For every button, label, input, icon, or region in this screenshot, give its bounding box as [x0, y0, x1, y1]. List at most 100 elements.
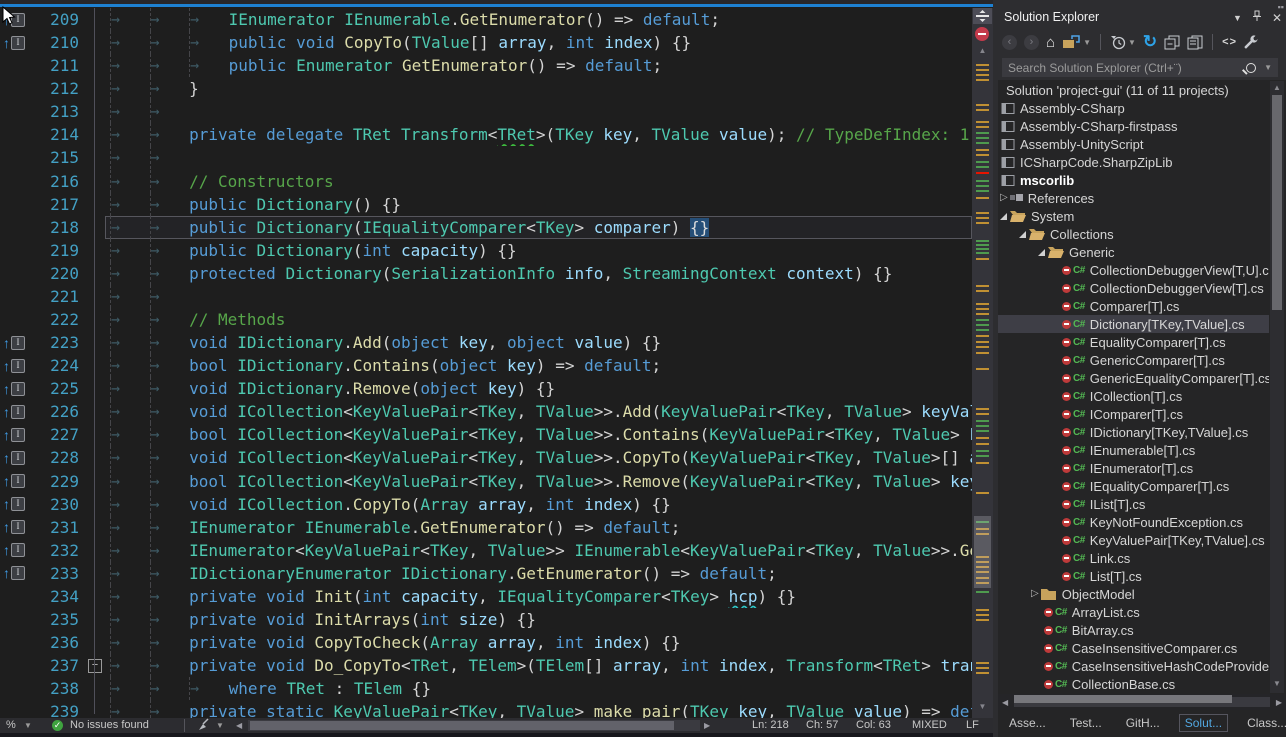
line-number[interactable]: 221	[33, 285, 83, 308]
inheritance-margin[interactable]	[0, 123, 33, 146]
code-line[interactable]: ↑I227→→bool ICollection<KeyValuePair<TKe…	[0, 423, 972, 446]
line-number[interactable]: 226	[33, 400, 83, 423]
code-line[interactable]: ↑I233 →→IDictionaryEnumerator IDictionary…	[0, 562, 972, 585]
tree-item[interactable]: C#IEqualityComparer[T].cs	[998, 477, 1269, 495]
tree-item[interactable]: C#Comparer[T].cs	[998, 297, 1269, 315]
line-number[interactable]: 224	[33, 354, 83, 377]
tree-item[interactable]: Assembly-CSharp-firstpass	[998, 117, 1269, 135]
line-number[interactable]: 229	[33, 470, 83, 493]
inheritance-margin[interactable]	[0, 54, 33, 77]
tree-item[interactable]: C#KeyNotFoundException.cs	[998, 513, 1269, 531]
code-line[interactable]: 239→→private static KeyValuePair<TKey, T…	[0, 700, 972, 718]
status-col[interactable]: Col: 63	[856, 719, 891, 731]
tree-item[interactable]: C#CaseInsensitiveComparer.cs	[998, 639, 1269, 657]
tree-item[interactable]: C#IList[T].cs	[998, 495, 1269, 513]
inheritance-margin[interactable]: ↑I	[0, 562, 33, 585]
tree-item[interactable]: ▷References	[998, 189, 1269, 207]
line-number[interactable]: 216	[33, 170, 83, 193]
code-line[interactable]: 220→→protected Dictionary(SerializationI…	[0, 262, 972, 285]
code-line[interactable]: ↑I228→→void ICollection<KeyValuePair<TKe…	[0, 446, 972, 469]
code-line[interactable]: 211→→→public Enumerator GetEnumerator() …	[0, 54, 972, 77]
code-line[interactable]: 218→→public Dictionary(IEqualityComparer…	[0, 216, 972, 239]
tree-item[interactable]: Assembly-UnityScript	[998, 135, 1269, 153]
line-number[interactable]: 215	[33, 146, 83, 169]
tree-vertical-scrollbar[interactable]: ▲ ▼	[1270, 81, 1284, 693]
code-line[interactable]: 213→→	[0, 100, 972, 123]
tree-item[interactable]: C#CaseInsensitiveHashCodeProvider.cs	[998, 657, 1269, 675]
line-number[interactable]: 210	[33, 31, 83, 54]
code-line[interactable]: 222→→// Methods	[0, 308, 972, 331]
line-number[interactable]: 236	[33, 631, 83, 654]
inheritance-margin[interactable]	[0, 585, 33, 608]
code-line[interactable]: 219→→public Dictionary(int capacity) {}	[0, 239, 972, 262]
line-number[interactable]: 237	[33, 654, 83, 677]
code-line[interactable]: ↑I229→→bool ICollection<KeyValuePair<TKe…	[0, 470, 972, 493]
status-encoding[interactable]: MIXED	[912, 719, 947, 731]
tree-item[interactable]: C#IComparer[T].cs	[998, 405, 1269, 423]
code-line-text[interactable]: →→// Constructors	[105, 170, 972, 193]
line-number[interactable]: 233	[33, 562, 83, 585]
line-number[interactable]: 223	[33, 331, 83, 354]
zoom-dropdown-icon[interactable]: ▼	[24, 721, 32, 730]
code-line[interactable]: 235→→private void InitArrays(int size) {…	[0, 608, 972, 631]
code-line-text[interactable]: →→}	[105, 77, 972, 100]
code-line[interactable]: 216 →→// Constructors	[0, 170, 972, 193]
inheritance-margin[interactable]	[0, 77, 33, 100]
inheritance-margin[interactable]: ↑I	[0, 331, 33, 354]
code-line[interactable]: 237−→→private void Do_CopyTo<TRet, TElem…	[0, 654, 972, 677]
code-line-text[interactable]: →→IEnumerator<KeyValuePair<TKey, TValue>…	[105, 539, 972, 562]
line-number[interactable]: 217	[33, 193, 83, 216]
split-window-handle[interactable]	[973, 8, 992, 24]
code-cleanup-broom-icon[interactable]	[198, 718, 213, 734]
pending-changes-filter-button[interactable]: ▼	[1110, 32, 1136, 52]
search-box[interactable]: ▼	[1002, 58, 1278, 77]
expanded-arrow-icon[interactable]	[1019, 231, 1026, 238]
collapsed-arrow-icon[interactable]: ▷	[1031, 589, 1039, 599]
inheritance-margin[interactable]: ↑I	[0, 493, 33, 516]
tree-item[interactable]: mscorlib	[998, 171, 1269, 189]
code-line[interactable]: 236→→private void CopyToCheck(Array arra…	[0, 631, 972, 654]
expanded-arrow-icon[interactable]	[1000, 213, 1007, 220]
window-position-chevron-icon[interactable]: ▼	[1233, 13, 1242, 23]
panel-tab[interactable]: Asse...	[1004, 715, 1051, 731]
code-line-text[interactable]: →→protected Dictionary(SerializationInfo…	[105, 262, 972, 285]
code-line-text[interactable]: →→// Methods	[105, 308, 972, 331]
search-dropdown-icon[interactable]: ▼	[1264, 63, 1272, 72]
tree-item[interactable]: C#IEnumerator[T].cs	[998, 459, 1269, 477]
search-input[interactable]	[1002, 61, 1246, 75]
inheritance-margin[interactable]	[0, 631, 33, 654]
expanded-arrow-icon[interactable]	[1038, 249, 1045, 256]
code-line-text[interactable]: →→public Dictionary(int capacity) {}	[105, 239, 972, 262]
code-line[interactable]: 238→→→where TRet : TElem {}	[0, 677, 972, 700]
line-number[interactable]: 211	[33, 54, 83, 77]
collapse-region-icon[interactable]: −	[88, 659, 102, 673]
inheritance-margin[interactable]	[0, 262, 33, 285]
inheritance-margin[interactable]: ↑I	[0, 423, 33, 446]
line-number[interactable]: 232	[33, 539, 83, 562]
forward-button[interactable]: ›	[1024, 35, 1039, 50]
code-editor[interactable]: ↑I209→→→IEnumerator IEnumerable.GetEnume…	[0, 8, 972, 718]
search-icon[interactable]	[1246, 63, 1256, 73]
tree-item[interactable]: ICSharpCode.SharpZipLib	[998, 153, 1269, 171]
tree-item[interactable]: C#ArrayList.cs	[998, 603, 1269, 621]
inheritance-margin[interactable]	[0, 700, 33, 718]
close-icon[interactable]: ✕	[1272, 11, 1282, 25]
status-line[interactable]: Ln: 218	[752, 719, 789, 731]
inheritance-margin[interactable]	[0, 608, 33, 631]
code-line[interactable]: ↑I223→→void IDictionary.Add(object key, …	[0, 331, 972, 354]
inheritance-margin[interactable]	[0, 285, 33, 308]
tree-item[interactable]: C#GenericEqualityComparer[T].cs	[998, 369, 1269, 387]
panel-tab[interactable]: Test...	[1065, 715, 1107, 731]
inheritance-margin[interactable]: ↑I	[0, 539, 33, 562]
code-line[interactable]: 214→→private delegate TRet Transform<TRe…	[0, 123, 972, 146]
line-number[interactable]: 214	[33, 123, 83, 146]
inheritance-margin[interactable]	[0, 677, 33, 700]
tree-item[interactable]: Assembly-CSharp	[998, 99, 1269, 117]
tree-hscroll-right-icon[interactable]: ▶	[1276, 698, 1282, 707]
tree-hscroll-thumb[interactable]	[1014, 695, 1232, 703]
collapse-all-button[interactable]	[1164, 32, 1180, 52]
code-line[interactable]: 221→→	[0, 285, 972, 308]
code-line-text[interactable]: →→IDictionaryEnumerator IDictionary.GetE…	[105, 562, 972, 585]
tree-item[interactable]: C#BitArray.cs	[998, 621, 1269, 639]
pin-icon[interactable]	[1252, 10, 1262, 25]
